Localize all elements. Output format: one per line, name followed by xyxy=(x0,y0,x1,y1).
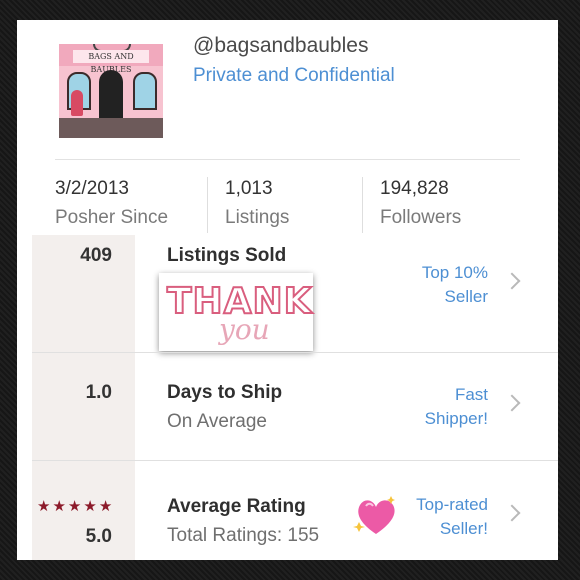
badge-line: Fast xyxy=(454,385,488,404)
metric-title: Average Rating xyxy=(167,496,306,517)
metric-subtitle: On Average xyxy=(167,411,268,432)
row-divider xyxy=(32,460,558,461)
stat-listings[interactable]: 1,013 Listings xyxy=(225,178,289,229)
star-icon: ★ xyxy=(67,498,84,515)
star-icon: ★ xyxy=(37,498,53,515)
profile-subtitle: Private and Confidential xyxy=(193,65,395,86)
stat-value: 3/2/2013 xyxy=(55,178,129,199)
avatar-window-right xyxy=(133,72,157,110)
sparkling-heart-icon xyxy=(353,496,395,534)
metric-number: 5.0 xyxy=(85,526,112,547)
thank-you-script: you xyxy=(219,313,270,346)
stat-label: Listings xyxy=(225,207,290,228)
metric-title: Days to Ship xyxy=(167,382,283,403)
thank-you-sticker: THANK you xyxy=(159,273,313,351)
chevron-right-icon[interactable] xyxy=(503,394,521,412)
header-divider xyxy=(55,159,520,160)
stat-value: 194,828 xyxy=(380,178,449,199)
metric-badge: Top 10% Seller xyxy=(422,261,488,309)
star-icon: ★ xyxy=(83,498,99,515)
star-icon: ★ xyxy=(52,498,68,515)
avatar-door xyxy=(99,70,123,118)
badge-line: Seller xyxy=(444,287,488,306)
badge-line: Seller! xyxy=(439,519,488,538)
shop-avatar[interactable]: BAGS AND BAUBLES xyxy=(59,44,163,138)
stat-divider xyxy=(207,177,208,233)
stat-value: 1,013 xyxy=(225,178,273,199)
stat-followers[interactable]: 194,828 Followers xyxy=(380,178,461,229)
chevron-right-icon[interactable] xyxy=(503,272,521,290)
metric-badge: Fast Shipper! xyxy=(425,383,488,431)
metric-number: 409 xyxy=(80,245,112,266)
stat-label: Posher Since xyxy=(55,207,169,228)
star-icon: ★ xyxy=(98,498,115,515)
profile-card: BAGS AND BAUBLES @bagsandbaubles Private… xyxy=(17,20,558,560)
badge-line: Top 10% xyxy=(421,263,488,282)
badge-line: Top-rated xyxy=(416,495,488,514)
avatar-sign: BAGS AND BAUBLES xyxy=(73,50,149,74)
metric-subtitle: Total Ratings: 155 xyxy=(167,525,320,546)
row-divider xyxy=(32,352,558,353)
chevron-right-icon[interactable] xyxy=(503,504,521,522)
metric-badge: Top-rated Seller! xyxy=(416,493,488,541)
avatar-figure xyxy=(71,90,83,116)
stat-divider xyxy=(362,177,363,233)
metric-title: Listings Sold xyxy=(167,245,287,266)
avatar-awning xyxy=(59,118,163,138)
username[interactable]: @bagsandbaubles xyxy=(193,34,368,58)
stat-label: Followers xyxy=(380,207,462,228)
rating-stars: ★★★★★ xyxy=(37,497,114,515)
metric-number: 1.0 xyxy=(85,382,112,403)
badge-line: Shipper! xyxy=(424,409,488,428)
stat-posher-since: 3/2/2013 Posher Since xyxy=(55,178,168,229)
